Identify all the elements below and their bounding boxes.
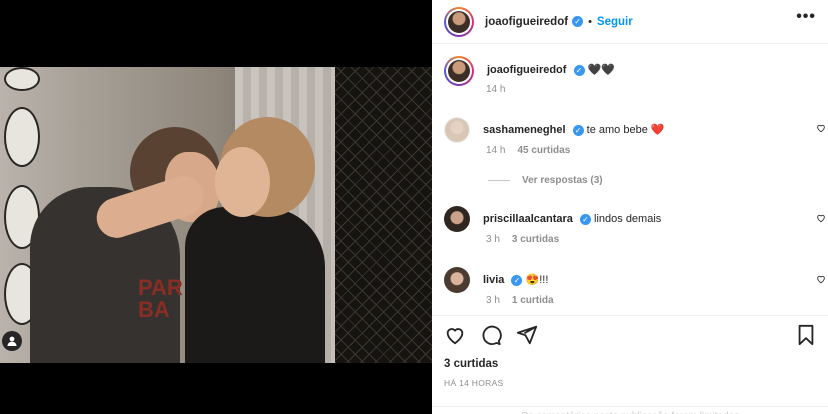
verified-badge-icon: ✓ (573, 64, 585, 76)
comment-time: 3 h (486, 234, 500, 245)
verified-badge-icon: ✓ (572, 16, 584, 27)
comment-meta: 3 h 1 curtida (486, 295, 554, 306)
comment-body: te amo bebe ❤️ (586, 124, 665, 136)
comment-row: sashameneghel ✓ te amo bebe ❤️ (444, 117, 665, 143)
like-comment-heart-icon[interactable] (816, 123, 826, 133)
author-username[interactable]: joaofigueiredof (485, 16, 568, 28)
user-icon (7, 336, 17, 346)
like-comment-heart-icon[interactable] (816, 274, 826, 284)
caption-time: 14 h (486, 84, 506, 95)
comment-body: 😍!!! (525, 274, 549, 286)
comment-likes[interactable]: 45 curtidas (517, 145, 570, 156)
bookmark-icon (798, 324, 814, 346)
comment-username[interactable]: sashameneghel (483, 124, 566, 136)
verified-badge-icon: ✓ (579, 213, 591, 225)
comment-time: 14 h (486, 145, 506, 156)
avatar-inner (446, 58, 472, 84)
post-media: PAR BA (0, 0, 432, 414)
comment-row: priscillaalcantara ✓ lindos demais (444, 206, 661, 232)
comment-text: livia ✓ 😍!!! (483, 273, 548, 287)
like-comment-heart-icon[interactable] (816, 213, 826, 223)
comments-limited-notice: Os comentários nesta publicação foram li… (432, 406, 828, 414)
replies-line (488, 180, 510, 181)
comment-meta: 14 h 45 curtidas (486, 145, 570, 156)
comment-row: livia ✓ 😍!!! (444, 267, 548, 293)
post-panel: joaofigueiredof ✓ • Seguir ••• joaofigue… (432, 0, 828, 414)
like-heart-icon[interactable] (444, 324, 466, 346)
caption-body: 🖤🖤 (587, 64, 615, 76)
action-icons (444, 324, 538, 346)
person-right (185, 207, 325, 363)
post-header: joaofigueiredof ✓ • Seguir ••• (432, 0, 828, 44)
wall-plate (4, 67, 40, 91)
comment-text: priscillaalcantara ✓ lindos demais (483, 212, 661, 226)
comment-likes[interactable]: 3 curtidas (512, 234, 559, 245)
more-options-button[interactable]: ••• (796, 8, 816, 26)
separator-dot: • (588, 15, 592, 28)
comment-text: sashameneghel ✓ te amo bebe ❤️ (483, 123, 665, 137)
view-replies-button[interactable]: Ver respostas (3) (488, 175, 603, 186)
commenter-avatar[interactable] (444, 206, 470, 232)
caption-row: joaofigueiredof ✓ 🖤🖤 (444, 56, 615, 86)
avatar-image (448, 60, 470, 82)
verified-badge-icon: ✓ (572, 124, 584, 136)
post-photo[interactable]: PAR BA (0, 67, 432, 363)
comment-likes[interactable]: 1 curtida (512, 295, 554, 306)
comment-body: lindos demais (594, 213, 662, 225)
author-avatar[interactable] (444, 6, 474, 37)
avatar-inner (446, 8, 472, 35)
follow-button[interactable]: Seguir (597, 16, 633, 28)
comment-username[interactable]: priscillaalcantara (483, 213, 573, 225)
comment-username[interactable]: livia (483, 274, 504, 286)
caption-text: joaofigueiredof ✓ 🖤🖤 (487, 63, 615, 77)
wall-plate (4, 107, 40, 167)
commenter-avatar[interactable] (444, 267, 470, 293)
post-timestamp: HÁ 14 HORAS (444, 378, 504, 388)
comment-time: 3 h (486, 295, 500, 306)
save-button[interactable] (796, 324, 816, 346)
verified-badge-icon: ✓ (511, 274, 523, 286)
tagged-users-button[interactable] (2, 331, 22, 351)
view-replies-label: Ver respostas (3) (522, 175, 603, 186)
comment-icon[interactable] (480, 324, 502, 346)
comments-list[interactable]: joaofigueiredof ✓ 🖤🖤 14 h sashameneghel … (432, 45, 828, 315)
window-screen (335, 67, 432, 363)
action-bar: 3 curtidas HÁ 14 HORAS Os comentários ne… (432, 315, 828, 414)
commenter-avatar[interactable] (444, 117, 470, 143)
post-likes-count[interactable]: 3 curtidas (444, 358, 498, 370)
share-icon[interactable] (516, 324, 538, 346)
caption-author-avatar[interactable] (444, 56, 474, 86)
caption-username[interactable]: joaofigueiredof (487, 64, 566, 76)
comment-meta: 3 h 3 curtidas (486, 234, 559, 245)
shirt-print: PAR BA (138, 275, 183, 322)
avatar-image (448, 10, 470, 33)
person-right-face (215, 147, 270, 217)
